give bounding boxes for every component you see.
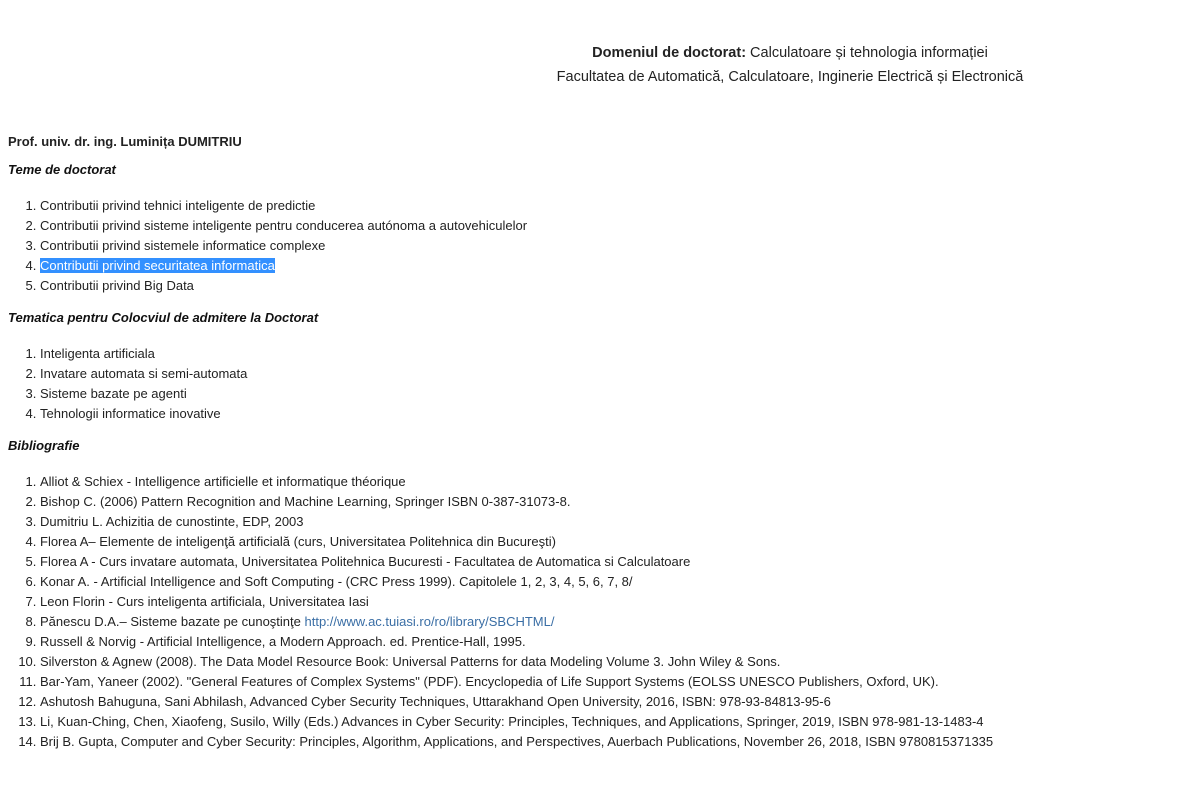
theme-item-selected: Contributii privind securitatea informat… [40,256,1178,276]
bibliography-item: Brij B. Gupta, Computer and Cyber Securi… [40,732,1178,752]
bibliography-item: Florea A - Curs invatare automata, Unive… [40,552,1178,572]
professor-name: Prof. univ. dr. ing. Luminița DUMITRIU [8,134,242,149]
domain-value: Calculatoare și tehnologia informației [746,45,988,61]
colloquium-item: Invatare automata si semi-automata [40,364,1178,384]
colloquium-list: Inteligenta artificiala Invatare automat… [8,344,1178,424]
domain-label: Domeniul de doctorat: [592,45,747,61]
theme-item-text: Contributii privind sisteme inteligente … [40,218,528,233]
theme-item: Contributii privind sistemele informatic… [40,236,1178,256]
theme-item-text: Contributii privind tehnici inteligente … [40,198,316,213]
bibliography-item-text: Pănescu D.A.– Sisteme bazate pe cunoştin… [40,614,305,629]
colloquium-title: Tematica pentru Colocviul de admitere la… [8,310,319,325]
bibliography-item: Bar-Yam, Yaneer (2002). "General Feature… [40,672,1178,692]
bibliography-item: Florea A– Elemente de inteligenţă artifi… [40,532,1178,552]
faculty-line: Facultatea de Automatică, Calculatoare, … [556,69,1024,85]
colloquium-item: Tehnologii informatice inovative [40,404,1178,424]
bibliography-item: Alliot & Schiex - Intelligence artificie… [40,472,1178,492]
domain-line: Domeniul de doctorat: Calculatoare și te… [400,41,1180,65]
theme-item-text: Contributii privind sistemele informatic… [40,238,326,253]
theme-item: Contributii privind Big Data [40,276,1178,296]
bibliography-item: Leon Florin - Curs inteligenta artificia… [40,592,1178,612]
bibliography-item-with-link: Pănescu D.A.– Sisteme bazate pe cunoştin… [40,612,1178,632]
colloquium-item: Sisteme bazate pe agenti [40,384,1178,404]
page-header: Domeniul de doctorat: Calculatoare și te… [400,41,1180,89]
theme-item: Contributii privind sisteme inteligente … [40,216,1178,236]
theme-item: Contributii privind tehnici inteligente … [40,196,1178,216]
bibliography-item: Ashutosh Bahuguna, Sani Abhilash, Advanc… [40,692,1178,712]
bibliography-item: Konar A. - Artificial Intelligence and S… [40,572,1178,592]
colloquium-item: Inteligenta artificiala [40,344,1178,364]
bibliography-item: Dumitriu L. Achizitia de cunostinte, EDP… [40,512,1178,532]
main-content: Prof. univ. dr. ing. Luminița DUMITRIU T… [8,132,1178,764]
theme-item-text: Contributii privind Big Data [40,278,194,293]
themes-list: Contributii privind tehnici inteligente … [8,196,1178,296]
selected-text[interactable]: Contributii privind securitatea informat… [40,258,275,273]
bibliography-title: Bibliografie [8,438,80,453]
bibliography-item: Russell & Norvig - Artificial Intelligen… [40,632,1178,652]
bibliography-list: Alliot & Schiex - Intelligence artificie… [8,472,1178,752]
bibliography-item: Bishop C. (2006) Pattern Recognition and… [40,492,1178,512]
themes-title: Teme de doctorat [8,162,116,177]
library-link[interactable]: http://www.ac.tuiasi.ro/ro/library/SBCHT… [305,614,555,629]
bibliography-item: Li, Kuan-Ching, Chen, Xiaofeng, Susilo, … [40,712,1178,732]
bibliography-item: Silverston & Agnew (2008). The Data Mode… [40,652,1178,672]
